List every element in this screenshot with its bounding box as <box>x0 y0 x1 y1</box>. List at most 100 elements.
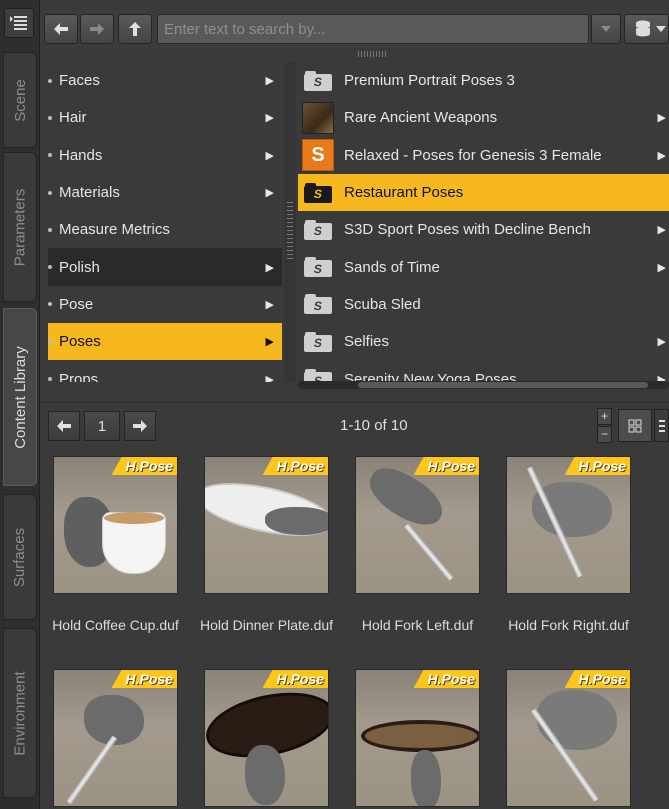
product-thumbnail-icon <box>302 101 334 134</box>
page-number[interactable]: 1 <box>84 411 120 441</box>
expand-arrow-icon[interactable]: ▶ <box>266 149 274 162</box>
product-item[interactable]: S Sands of Time ▶ <box>298 248 669 285</box>
tree-dot-icon <box>48 339 52 344</box>
asset-name: Hold Fork Left.duf <box>361 616 474 633</box>
product-list[interactable]: S Premium Portrait Poses 3 Rare Ancient We… <box>298 62 669 382</box>
category-item[interactable]: Materials ▶ <box>48 174 282 211</box>
asset-thumbnail[interactable]: H.Pose <box>355 669 480 807</box>
product-thumbnail-icon: S <box>302 139 334 172</box>
pose-type-badge: H.Pose <box>564 457 630 475</box>
category-list[interactable]: Faces ▶ Hair ▶ Hands ▶ Materials ▶ Measure Metri… <box>48 62 282 382</box>
zoom-out-button[interactable]: − <box>597 426 612 443</box>
database-icon <box>636 20 650 37</box>
splitter-grip[interactable] <box>358 51 386 57</box>
database-menu-button[interactable] <box>624 14 669 44</box>
asset-thumbnail[interactable]: H.Pose <box>53 456 178 594</box>
asset-name: Hold Coffee Cup.duf <box>52 616 179 633</box>
product-item[interactable]: S S3D Sport Poses with Decline Bench ▶ <box>298 211 669 248</box>
smart-folder-icon: S <box>302 290 334 318</box>
category-item[interactable]: Polish ▶ <box>48 248 282 286</box>
expand-arrow-icon[interactable]: ▶ <box>658 223 666 236</box>
expand-arrow-icon[interactable]: ▶ <box>266 74 274 87</box>
tab-scene[interactable]: Scene <box>3 52 37 148</box>
expand-arrow-icon[interactable]: ▶ <box>266 261 274 274</box>
asset-tile[interactable]: H.Pose <box>191 669 342 807</box>
back-button[interactable] <box>44 14 78 44</box>
list-view-button[interactable] <box>654 409 669 442</box>
expand-arrow-icon[interactable]: ▶ <box>658 335 666 348</box>
expand-arrow-icon[interactable]: ▶ <box>266 373 274 382</box>
category-item[interactable]: Props ▶ <box>48 360 282 382</box>
product-item[interactable]: S Scuba Sled <box>298 286 669 323</box>
asset-tile[interactable]: H.Pose <box>493 669 644 807</box>
asset-thumbnail[interactable]: H.Pose <box>506 456 631 594</box>
chevron-down-icon <box>601 26 611 32</box>
asset-thumbnail[interactable]: H.Pose <box>204 669 329 807</box>
next-page-button[interactable] <box>124 411 156 441</box>
scrollbar-thumb[interactable] <box>358 382 648 388</box>
expand-arrow-icon[interactable]: ▶ <box>658 111 666 124</box>
expand-arrow-icon[interactable]: ▶ <box>266 111 274 124</box>
tab-content-library[interactable]: Content Library <box>3 308 37 486</box>
splitter-grip-vertical[interactable] <box>287 202 293 262</box>
asset-thumbnail[interactable]: H.Pose <box>204 456 329 594</box>
category-item[interactable]: Measure Metrics <box>48 211 282 248</box>
prev-page-button[interactable] <box>48 411 80 441</box>
expand-arrow-icon[interactable]: ▶ <box>266 298 274 311</box>
product-item[interactable]: Rare Ancient Weapons ▶ <box>298 99 669 136</box>
search-dropdown-button[interactable] <box>591 14 621 44</box>
pane-menu-button[interactable] <box>4 8 34 38</box>
asset-thumbnail[interactable]: H.Pose <box>53 669 178 807</box>
expand-arrow-icon[interactable]: ▶ <box>658 149 666 162</box>
pager-bar: 1 1-10 of 10 + − <box>40 402 669 448</box>
product-item[interactable]: S Restaurant Poses <box>298 173 669 212</box>
asset-thumbnail[interactable]: H.Pose <box>506 669 631 807</box>
pose-type-badge: H.Pose <box>564 670 630 688</box>
list-view-icon <box>658 419 665 432</box>
zoom-in-button[interactable]: + <box>597 408 612 425</box>
search-field[interactable] <box>157 14 589 44</box>
asset-tile[interactable]: H.Pose <box>40 669 191 807</box>
plus-icon: + <box>600 409 608 423</box>
tab-parameters[interactable]: Parameters <box>3 152 37 302</box>
product-item[interactable]: S Premium Portrait Poses 3 <box>298 62 669 99</box>
forward-button[interactable] <box>80 14 114 44</box>
tree-dot-icon <box>48 227 52 232</box>
category-item[interactable]: Poses ▶ <box>48 323 282 361</box>
asset-tile[interactable]: H.Pose Hold Coffee Cup.duf <box>40 456 191 648</box>
expand-arrow-icon[interactable]: ▶ <box>658 261 666 274</box>
expand-arrow-icon[interactable]: ▶ <box>266 186 274 199</box>
asset-tile[interactable]: H.Pose Hold Fork Right.duf <box>493 456 644 648</box>
up-level-button[interactable] <box>118 14 152 44</box>
tab-surfaces-label: Surfaces <box>11 527 29 587</box>
product-label: Premium Portrait Poses 3 <box>344 72 515 90</box>
tab-environment[interactable]: Environment <box>3 628 37 798</box>
category-item[interactable]: Hands ▶ <box>48 137 282 174</box>
arrow-left-icon <box>54 23 68 35</box>
smart-folder-icon: S <box>302 365 334 382</box>
product-label: Scuba Sled <box>344 295 421 313</box>
asset-tile[interactable]: H.Pose <box>342 669 493 807</box>
product-item[interactable]: S Selfies ▶ <box>298 323 669 360</box>
icon-view-button[interactable] <box>618 409 652 442</box>
category-label: Pose <box>59 295 94 313</box>
product-item[interactable]: S Serenity New Yoga Poses ▶ <box>298 360 669 382</box>
asset-thumbnail[interactable]: H.Pose <box>355 456 480 594</box>
category-item[interactable]: Faces ▶ <box>48 62 282 99</box>
horizontal-scrollbar[interactable] <box>298 381 669 389</box>
asset-tile[interactable]: H.Pose Hold Fork Left.duf <box>342 456 493 648</box>
tab-environment-label: Environment <box>11 670 29 756</box>
pose-type-badge: H.Pose <box>413 457 479 475</box>
category-item[interactable]: Pose ▶ <box>48 286 282 323</box>
expand-arrow-icon[interactable]: ▶ <box>266 335 274 348</box>
product-item[interactable]: S Relaxed - Poses for Genesis 3 Female ▶ <box>298 137 669 174</box>
pose-type-badge: H.Pose <box>111 457 177 475</box>
pose-type-badge: H.Pose <box>262 457 328 475</box>
category-item[interactable]: Hair ▶ <box>48 99 282 136</box>
asset-tile[interactable]: H.Pose Hold Dinner Plate.duf <box>191 456 342 648</box>
column-splitter[interactable] <box>284 62 296 382</box>
tab-surfaces[interactable]: Surfaces <box>3 494 37 620</box>
menu-list-icon <box>10 16 27 30</box>
search-input[interactable] <box>164 21 582 38</box>
product-label: Restaurant Poses <box>344 184 464 202</box>
